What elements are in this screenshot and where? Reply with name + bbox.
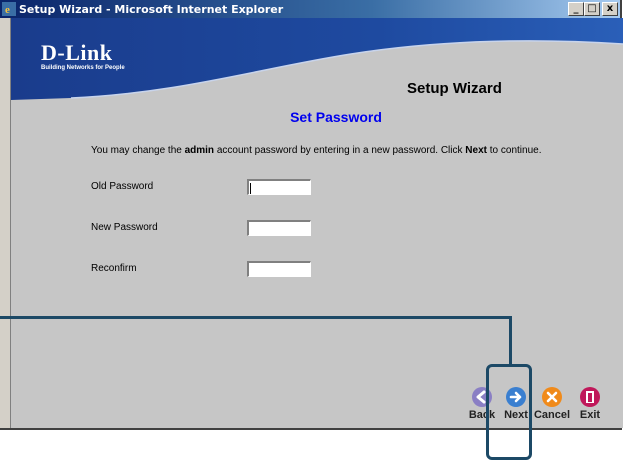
reconfirm-field[interactable] [247, 261, 311, 277]
instruction-admin: admin [184, 145, 215, 156]
instruction-next: Next [465, 145, 487, 156]
instruction-text: You may change the admin account passwor… [91, 145, 541, 156]
page-title: Set Password [290, 109, 382, 125]
maximize-button[interactable]: □ [584, 2, 600, 16]
brand-tagline: Building Networks for People [41, 65, 125, 71]
callout-highlight-box [486, 364, 532, 460]
exit-door-icon [580, 387, 600, 407]
instruction-mid: account password by entering in a new pa… [214, 145, 466, 156]
header-banner: D-Link Building Networks for People Setu… [11, 18, 623, 118]
exit-button[interactable]: Exit [575, 386, 605, 421]
exit-label: Exit [579, 409, 601, 421]
callout-line [0, 316, 512, 319]
new-password-label: New Password [91, 222, 158, 233]
wizard-title: Setup Wizard [407, 80, 502, 97]
instruction-prefix: You may change the [91, 145, 185, 156]
reconfirm-label: Reconfirm [91, 263, 137, 274]
callout-connector [509, 316, 512, 366]
old-password-label: Old Password [91, 181, 154, 192]
old-password-field[interactable] [247, 179, 311, 195]
dlink-logo: D-Link Building Networks for People [41, 40, 125, 71]
minimize-button[interactable]: _ [568, 2, 584, 16]
cancel-label: Cancel [533, 409, 571, 421]
new-password-field[interactable] [247, 220, 311, 236]
cancel-button[interactable]: Cancel [532, 386, 572, 421]
window-title: Setup Wizard - Microsoft Internet Explor… [19, 3, 284, 16]
svg-text:e: e [5, 4, 10, 16]
text-caret [250, 183, 251, 194]
title-bar[interactable]: e Setup Wizard - Microsoft Internet Expl… [0, 0, 620, 18]
close-button[interactable]: x [602, 2, 618, 16]
brand-name: D-Link [41, 40, 113, 65]
cancel-x-icon [542, 387, 562, 407]
instruction-suffix: to continue. [486, 145, 542, 156]
internet-explorer-icon: e [2, 2, 16, 16]
